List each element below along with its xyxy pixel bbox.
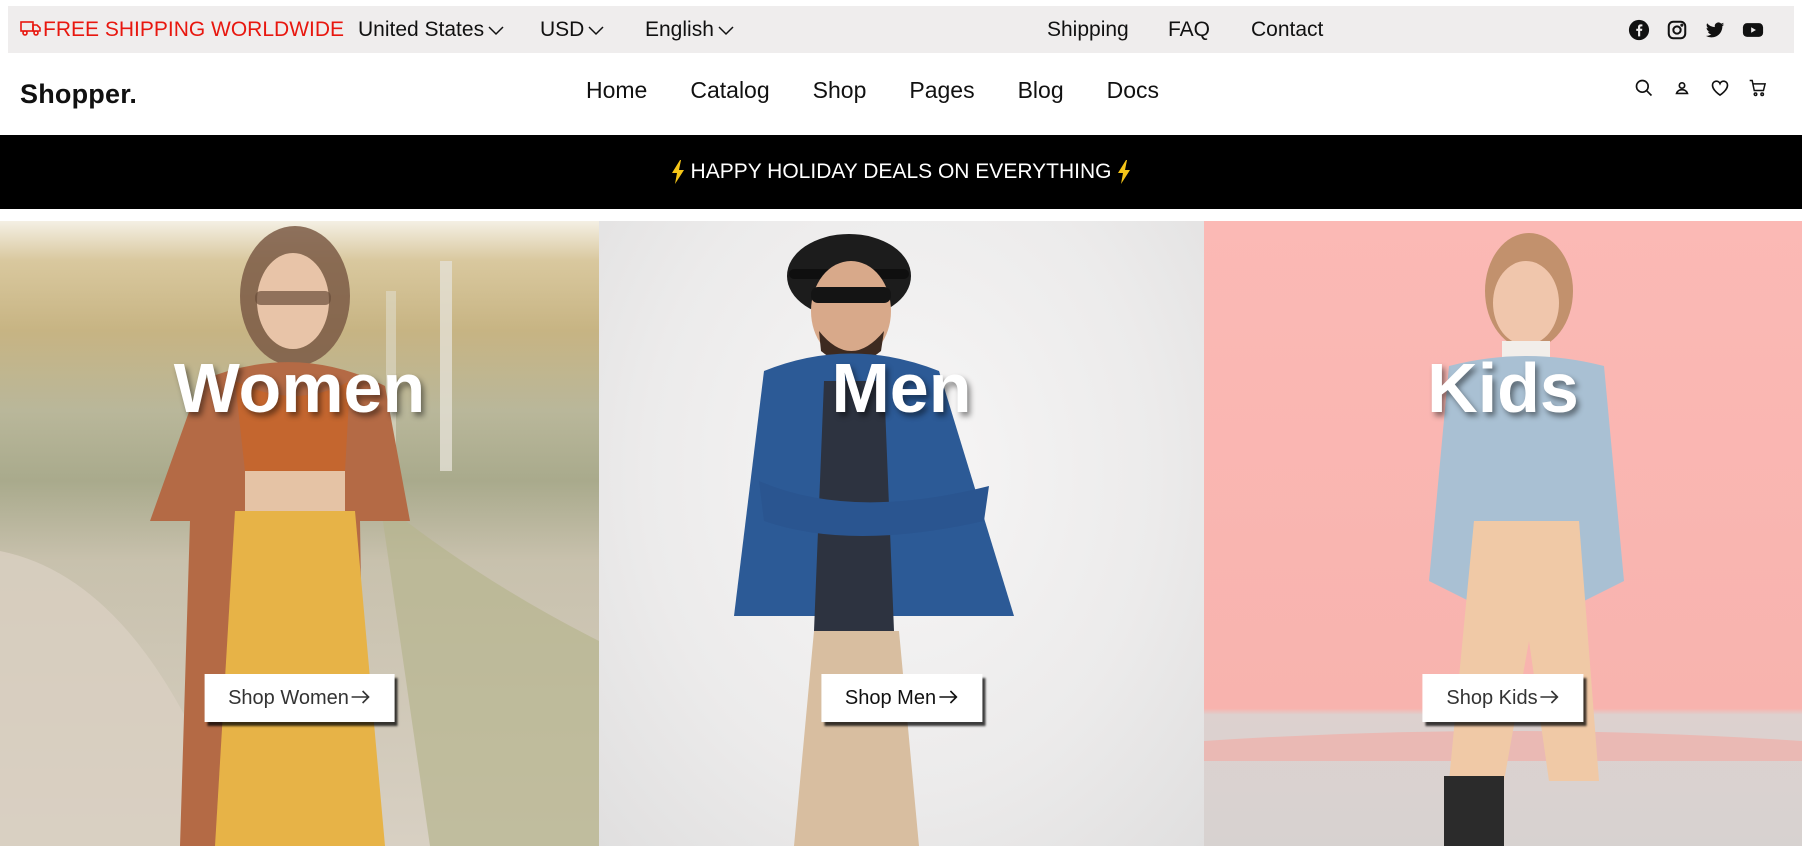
category-title-kids: Kids — [1427, 349, 1579, 427]
nav-shop[interactable]: Shop — [813, 77, 867, 104]
search-icon[interactable] — [1634, 77, 1654, 99]
men-photo — [599, 221, 1204, 846]
facebook-icon[interactable] — [1628, 19, 1650, 41]
site-logo[interactable]: Shopper. — [20, 79, 137, 110]
language-selector[interactable]: English — [645, 18, 734, 42]
banner-text: HAPPY HOLIDAY DEALS ON EVERYTHING — [690, 160, 1112, 183]
nav-docs[interactable]: Docs — [1107, 77, 1159, 104]
chevron-down-icon — [584, 18, 604, 42]
twitter-icon[interactable] — [1704, 19, 1726, 41]
promo-banner[interactable]: HAPPY HOLIDAY DEALS ON EVERYTHING — [0, 135, 1802, 209]
instagram-icon[interactable] — [1666, 19, 1688, 41]
chevron-down-icon — [484, 18, 504, 42]
lightning-bolt-icon — [1117, 160, 1131, 184]
category-tile-kids[interactable]: Kids Shop Kids — [1204, 221, 1802, 846]
faq-link[interactable]: FAQ — [1168, 18, 1210, 42]
promo-text: FREE SHIPPING WORLDWIDE — [43, 17, 345, 41]
category-title-men: Men — [831, 349, 972, 427]
shop-kids-label: Shop Kids — [1446, 686, 1538, 709]
category-tiles: Women Shop Women Men Shop Men Kids Shop … — [0, 221, 1802, 846]
nav-blog[interactable]: Blog — [1018, 77, 1064, 104]
category-title-women: Women — [173, 349, 426, 427]
top-bar: FREE SHIPPING WORLDWIDE United States US… — [8, 6, 1794, 53]
women-photo — [0, 221, 599, 846]
arrow-right-icon — [936, 687, 958, 710]
country-label: United States — [358, 17, 485, 41]
language-label: English — [645, 17, 714, 41]
main-nav: Home Catalog Shop Pages Blog Docs — [586, 77, 1202, 104]
heart-icon[interactable] — [1710, 77, 1730, 99]
country-selector[interactable]: United States — [358, 18, 504, 42]
category-tile-women[interactable]: Women Shop Women — [0, 221, 599, 846]
user-icon[interactable] — [1672, 77, 1692, 99]
youtube-icon[interactable] — [1742, 19, 1764, 41]
currency-label: USD — [540, 17, 585, 41]
arrow-right-icon — [1538, 687, 1560, 710]
arrow-right-icon — [349, 687, 371, 710]
main-header: Shopper. Home Catalog Shop Pages Blog Do… — [0, 53, 1802, 135]
shipping-link[interactable]: Shipping — [1047, 18, 1129, 42]
nav-catalog[interactable]: Catalog — [690, 77, 769, 104]
cart-icon[interactable] — [1748, 77, 1768, 99]
social-links — [1628, 19, 1764, 41]
shop-men-button[interactable]: Shop Men — [820, 674, 983, 722]
chevron-down-icon — [714, 18, 734, 42]
contact-link[interactable]: Contact — [1251, 18, 1323, 42]
lightning-bolt-icon — [671, 160, 685, 184]
kids-photo — [1204, 221, 1802, 846]
shop-kids-button[interactable]: Shop Kids — [1422, 674, 1584, 722]
currency-selector[interactable]: USD — [540, 18, 604, 42]
free-shipping-promo: FREE SHIPPING WORLDWIDE — [20, 18, 344, 42]
truck-icon — [20, 18, 43, 42]
shop-women-label: Shop Women — [228, 686, 349, 709]
shop-women-button[interactable]: Shop Women — [204, 674, 395, 722]
nav-home[interactable]: Home — [586, 77, 647, 104]
shop-men-label: Shop Men — [844, 686, 937, 709]
header-icons — [1634, 77, 1768, 99]
category-tile-men[interactable]: Men Shop Men — [599, 221, 1204, 846]
nav-pages[interactable]: Pages — [909, 77, 974, 104]
